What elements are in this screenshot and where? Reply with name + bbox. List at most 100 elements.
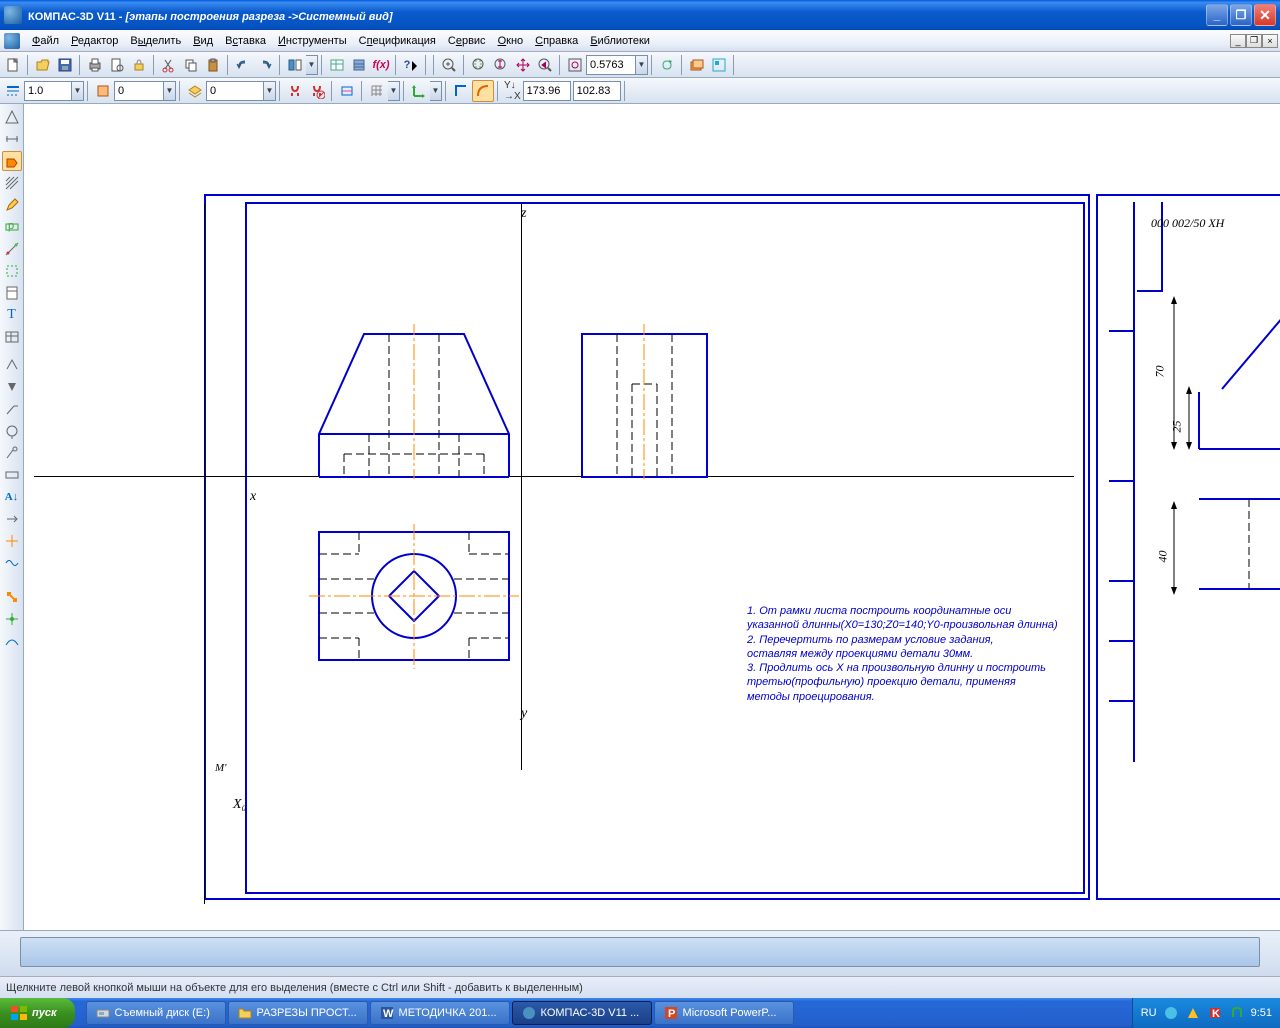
property-panel-content[interactable] <box>20 937 1260 967</box>
clock[interactable]: 9:51 <box>1251 1007 1272 1019</box>
table-tool[interactable] <box>2 327 22 347</box>
grid-button[interactable] <box>366 80 388 102</box>
save-button[interactable] <box>54 54 76 76</box>
menu-tools[interactable]: Инструменты <box>272 33 353 49</box>
hotkey-tool[interactable] <box>2 587 22 607</box>
menu-select[interactable]: Выделить <box>124 33 187 49</box>
zoom-window-button[interactable] <box>468 54 490 76</box>
snap-on-button[interactable] <box>284 80 306 102</box>
zoom-prev-button[interactable] <box>534 54 556 76</box>
measure-tool[interactable] <box>2 239 22 259</box>
tolerance-tool[interactable] <box>2 465 22 485</box>
menu-window[interactable]: Окно <box>492 33 530 49</box>
menu-view[interactable]: Вид <box>187 33 219 49</box>
arrow-tool[interactable] <box>2 509 22 529</box>
maximize-button[interactable]: ❐ <box>1230 4 1252 26</box>
spec-tool[interactable] <box>2 283 22 303</box>
mdi-close[interactable]: × <box>1262 34 1278 48</box>
zoom-fit-button[interactable] <box>564 54 586 76</box>
linestyle-dropdown[interactable]: ▼ <box>72 81 84 101</box>
currentview-dropdown[interactable]: ▼ <box>164 81 176 101</box>
text-tool[interactable]: T <box>2 305 22 325</box>
fx-button[interactable]: f(x) <box>370 54 392 76</box>
select-tool[interactable] <box>2 261 22 281</box>
centermark-tool[interactable] <box>2 531 22 551</box>
position-tool[interactable] <box>2 443 22 463</box>
round-button[interactable] <box>472 80 494 102</box>
layers-button[interactable] <box>686 54 708 76</box>
open-button[interactable] <box>32 54 54 76</box>
linestyle-input[interactable] <box>24 81 72 101</box>
task-ppt[interactable]: PMicrosoft PowerP... <box>654 1001 794 1025</box>
designation-tool[interactable] <box>2 151 22 171</box>
menu-help[interactable]: Справка <box>529 33 584 49</box>
zoom-dropdown[interactable]: ▼ <box>636 55 648 75</box>
leader-tool[interactable] <box>2 399 22 419</box>
tray-icon-2[interactable] <box>1185 1005 1201 1021</box>
system-menu-icon[interactable] <box>4 33 20 49</box>
paste-button[interactable] <box>202 54 224 76</box>
curve-tool[interactable] <box>2 631 22 651</box>
hatch-tool[interactable] <box>2 173 22 193</box>
copy-button[interactable] <box>180 54 202 76</box>
new-button[interactable] <box>2 54 24 76</box>
help-button[interactable]: ? <box>400 54 422 76</box>
layer-dropdown[interactable]: ▼ <box>264 81 276 101</box>
properties-button[interactable] <box>348 54 370 76</box>
lcs-dropdown[interactable]: ▼ <box>430 81 442 101</box>
edit-tool[interactable] <box>2 195 22 215</box>
cut-button[interactable] <box>158 54 180 76</box>
task-word[interactable]: WМЕТОДИЧКА 201... <box>370 1001 510 1025</box>
manager-button[interactable] <box>284 54 306 76</box>
tray-icon-3[interactable]: K <box>1207 1005 1223 1021</box>
mdi-minimize[interactable]: _ <box>1230 34 1246 48</box>
linestyle-button[interactable] <box>2 80 24 102</box>
wave-tool[interactable] <box>2 553 22 573</box>
views-button[interactable] <box>708 54 730 76</box>
menu-libs[interactable]: Библиотеки <box>584 33 656 49</box>
menu-edit[interactable]: Редактор <box>65 33 124 49</box>
close-button[interactable]: ✕ <box>1254 4 1276 26</box>
menu-service[interactable]: Сервис <box>442 33 492 49</box>
task-kompas[interactable]: КОМПАС-3D V11 ... <box>512 1001 652 1025</box>
coord-y-input[interactable] <box>573 81 621 101</box>
roughness-tool[interactable] <box>2 355 22 375</box>
print-button[interactable] <box>84 54 106 76</box>
ortho-button[interactable] <box>450 80 472 102</box>
base-tool[interactable] <box>2 377 22 397</box>
lang-indicator[interactable]: RU <box>1141 1007 1157 1019</box>
geometry-tool[interactable] <box>2 107 22 127</box>
refresh-button[interactable] <box>656 54 678 76</box>
origin-tool[interactable] <box>2 609 22 629</box>
layer-button[interactable] <box>184 80 206 102</box>
preview-button[interactable] <box>106 54 128 76</box>
tray-icon-1[interactable] <box>1163 1005 1179 1021</box>
menu-spec[interactable]: Спецификация <box>353 33 442 49</box>
undo-button[interactable] <box>232 54 254 76</box>
menu-file[interactable]: Файл <box>26 33 65 49</box>
param-tool[interactable]: p <box>2 217 22 237</box>
manager-dropdown[interactable]: ▼ <box>306 55 318 75</box>
lcs-button[interactable] <box>408 80 430 102</box>
mdi-restore[interactable]: ❐ <box>1246 34 1262 48</box>
coord-x-input[interactable] <box>523 81 571 101</box>
drawing-canvas[interactable]: z x y M' X₀ <box>24 104 1280 930</box>
vars-button[interactable] <box>326 54 348 76</box>
brand-tool[interactable] <box>2 421 22 441</box>
snap-off-button[interactable] <box>306 80 328 102</box>
task-disk[interactable]: Съемный диск (E:) <box>86 1001 226 1025</box>
zoom-in-button[interactable] <box>438 54 460 76</box>
param-button[interactable] <box>336 80 358 102</box>
menu-insert[interactable]: Вставка <box>219 33 272 49</box>
grid-dropdown[interactable]: ▼ <box>388 81 400 101</box>
redo-button[interactable] <box>254 54 276 76</box>
layer-input[interactable] <box>206 81 264 101</box>
currentview-button[interactable] <box>92 80 114 102</box>
task-folder[interactable]: РАЗРЕЗЫ ПРОСТ... <box>228 1001 368 1025</box>
currentview-input[interactable] <box>114 81 164 101</box>
cutline-tool[interactable]: A↓ <box>2 487 22 507</box>
minimize-button[interactable]: _ <box>1206 4 1228 26</box>
lock-button[interactable] <box>128 54 150 76</box>
zoom-dynamic-button[interactable] <box>490 54 512 76</box>
dimensions-tool[interactable] <box>2 129 22 149</box>
